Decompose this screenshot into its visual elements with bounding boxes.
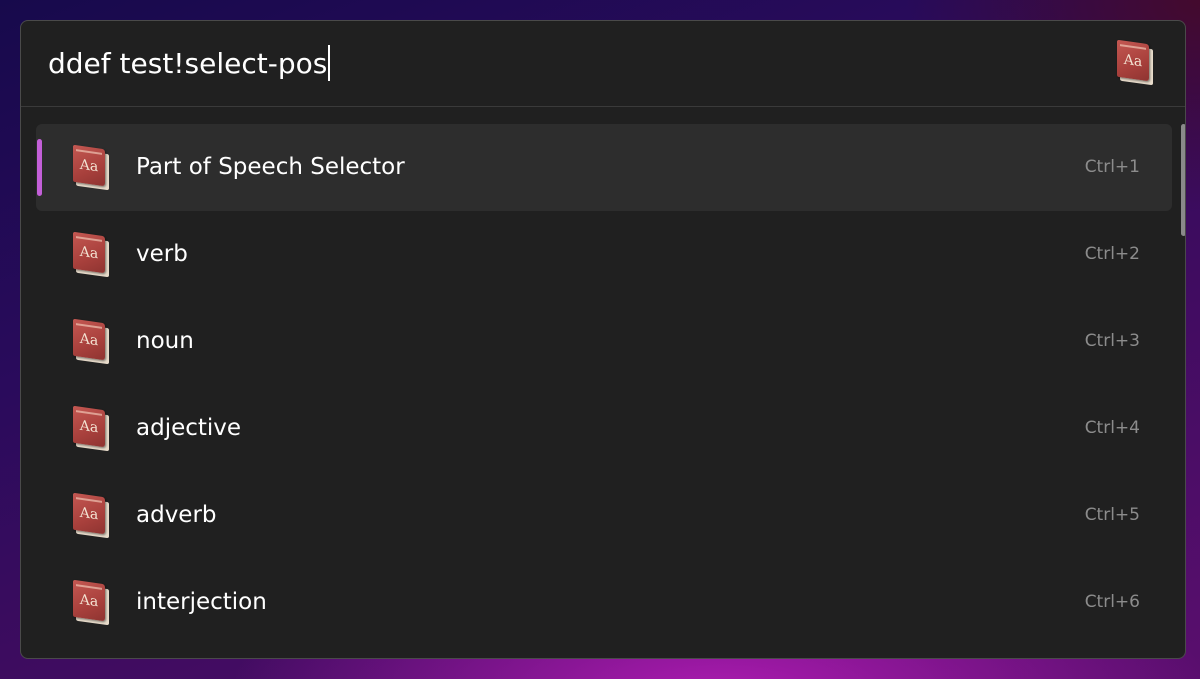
launcher-window: ddef test!select-pos Aa Aa Part of Speec…: [20, 20, 1186, 659]
dictionary-book-icon: Aa: [73, 579, 109, 626]
search-bar[interactable]: ddef test!select-pos Aa: [21, 21, 1185, 107]
dictionary-book-icon: Aa: [73, 492, 109, 539]
results-list: Aa Part of Speech Selector Ctrl+1 Aa ver…: [36, 124, 1172, 646]
result-item[interactable]: Aa adjective Ctrl+4: [36, 385, 1172, 472]
dictionary-book-icon: Aa: [1117, 39, 1153, 86]
result-title: adverb: [136, 502, 217, 528]
icon-glyph: Aa: [79, 417, 99, 437]
dictionary-book-icon: Aa: [73, 231, 109, 278]
result-shortcut: Ctrl+2: [1084, 244, 1140, 264]
result-item[interactable]: Aa adverb Ctrl+5: [36, 472, 1172, 559]
icon-glyph: Aa: [79, 591, 99, 611]
result-title: adjective: [136, 415, 242, 441]
search-query-text: ddef test!select-pos: [48, 47, 328, 80]
result-title: verb: [136, 241, 188, 267]
icon-glyph: Aa: [79, 330, 99, 350]
result-title: Part of Speech Selector: [136, 154, 405, 180]
result-shortcut: Ctrl+1: [1084, 157, 1140, 177]
icon-glyph: Aa: [79, 504, 99, 524]
dictionary-book-icon: Aa: [73, 318, 109, 365]
result-shortcut: Ctrl+5: [1084, 505, 1140, 525]
result-item[interactable]: Aa noun Ctrl+3: [36, 298, 1172, 385]
result-item[interactable]: Aa interjection Ctrl+6: [36, 559, 1172, 646]
icon-glyph: Aa: [1123, 51, 1143, 71]
dictionary-book-icon: Aa: [73, 144, 109, 191]
result-item[interactable]: Aa verb Ctrl+2: [36, 211, 1172, 298]
result-shortcut: Ctrl+6: [1084, 592, 1140, 612]
icon-glyph: Aa: [79, 243, 99, 263]
result-title: noun: [136, 328, 194, 354]
result-title: interjection: [136, 589, 267, 615]
selection-indicator: [37, 139, 42, 196]
icon-glyph: Aa: [79, 156, 99, 176]
result-item[interactable]: Aa Part of Speech Selector Ctrl+1: [36, 124, 1172, 211]
result-shortcut: Ctrl+4: [1084, 418, 1140, 438]
dictionary-book-icon: Aa: [73, 405, 109, 452]
scrollbar-thumb[interactable]: [1181, 124, 1185, 236]
search-input[interactable]: ddef test!select-pos: [48, 43, 331, 85]
text-caret: [328, 45, 331, 81]
result-shortcut: Ctrl+3: [1084, 331, 1140, 351]
